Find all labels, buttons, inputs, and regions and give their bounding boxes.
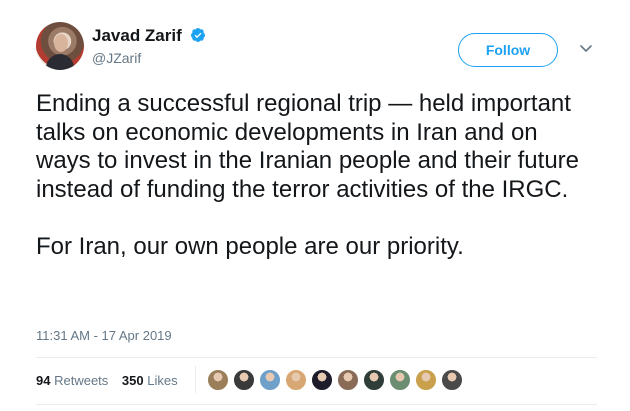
liker-avatar[interactable] [363,369,385,391]
verified-icon [191,28,206,43]
retweets-stat[interactable]: 94 Retweets [36,373,112,388]
chevron-down-icon[interactable] [578,40,594,56]
liker-avatar[interactable] [233,369,255,391]
divider [36,404,597,405]
author-handle[interactable]: @JZarif [92,50,206,66]
likes-count: 350 [121,373,144,388]
liker-avatar[interactable] [311,369,333,391]
avatar[interactable] [36,22,84,70]
liker-avatar[interactable] [389,369,411,391]
tweet-stats: 94 Retweets 350 Likes [36,373,178,388]
author-name[interactable]: Javad Zarif [92,26,182,45]
likes-stat[interactable]: 350 Likes [122,373,178,388]
likes-label: Likes [147,373,178,388]
avatar-shirt [46,54,74,70]
liker-avatar[interactable] [207,369,229,391]
liker-avatar[interactable] [415,369,437,391]
follow-button[interactable]: Follow [458,33,558,67]
stats-separator [195,366,196,393]
tweet-header: Javad Zarif @JZarif Follow [36,22,596,82]
avatar-face [54,34,68,52]
liker-avatar[interactable] [337,369,359,391]
retweets-label: Retweets [54,373,109,388]
liker-avatar[interactable] [285,369,307,391]
tweet-text: Ending a successful regional trip — held… [36,90,579,260]
author-block[interactable]: Javad Zarif @JZarif [92,26,206,66]
tweet-timestamp[interactable]: 11:31 AM - 17 Apr 2019 [36,328,172,343]
liker-avatar[interactable] [259,369,281,391]
divider [36,357,597,358]
liker-avatar[interactable] [441,369,463,391]
retweets-count: 94 [36,373,51,388]
